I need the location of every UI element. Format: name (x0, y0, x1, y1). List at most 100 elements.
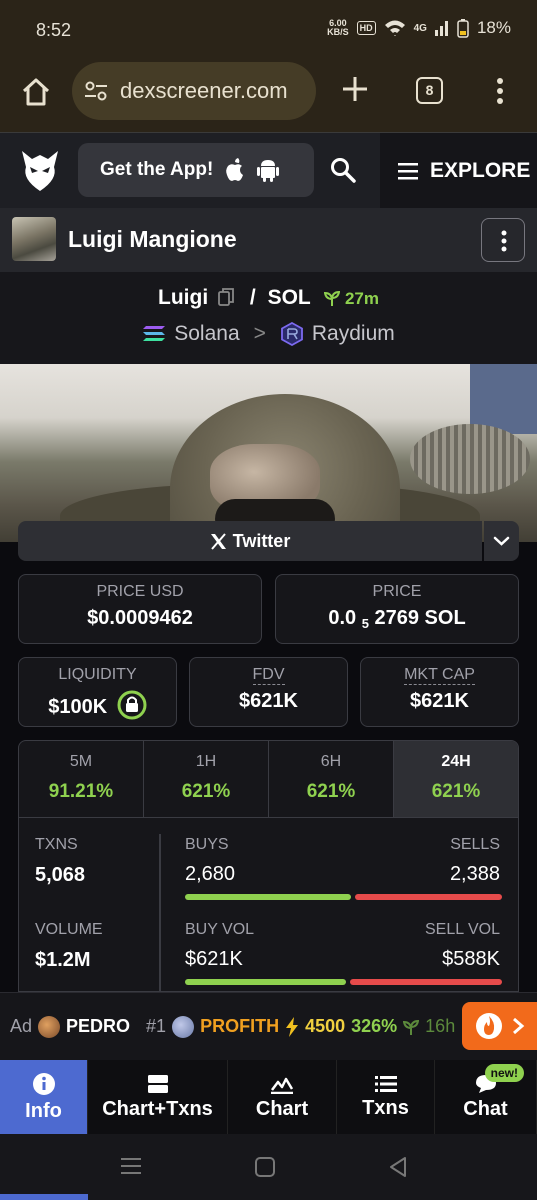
trending-boost: 4500 (305, 1016, 346, 1036)
tab-6h[interactable]: 6H 621% (269, 741, 394, 817)
hamburger-icon (398, 163, 418, 180)
new-tab-icon[interactable] (340, 74, 370, 104)
token-avatar (12, 217, 56, 261)
trending-ticker: PROFITH (200, 1016, 280, 1036)
buy-vol-value: $621K (185, 948, 243, 970)
tab-switcher-button[interactable]: 8 (416, 77, 443, 104)
liquidity-label: LIQUIDITY (58, 666, 137, 683)
token-header: Luigi Mangione (0, 208, 537, 272)
nav-info[interactable]: Info (0, 1060, 88, 1134)
new-badge: new! (484, 1064, 524, 1082)
price-usd-label: PRICE USD (96, 583, 184, 600)
back-icon[interactable] (388, 1156, 408, 1178)
home-square-icon[interactable] (254, 1156, 276, 1178)
buys-label: BUYS (185, 836, 229, 853)
ad-label: Ad (10, 1016, 33, 1036)
sprout-icon (403, 1019, 420, 1035)
sell-vol-bar (350, 979, 502, 985)
buy-vol-bar (185, 979, 346, 985)
buys-value: 2,680 (185, 863, 236, 885)
signal-label: 4G (413, 22, 427, 34)
trending-button[interactable] (462, 1002, 537, 1050)
wifi-icon (384, 20, 405, 36)
lightning-icon (286, 1016, 299, 1037)
status-bar: 8:52 6.00 KB/S HD 4G 18% (0, 0, 537, 60)
dex-name[interactable]: Raydium (312, 322, 395, 346)
battery-icon (457, 19, 469, 38)
chain-name[interactable]: Solana (174, 322, 239, 346)
token-name: Luigi Mangione (68, 226, 237, 252)
token-banner-image (0, 364, 537, 542)
more-vert-icon (501, 230, 507, 252)
active-indicator (0, 1194, 88, 1200)
divider (159, 834, 161, 992)
mktcap-box[interactable]: MKT CAP $621K (360, 657, 519, 727)
twitter-link-button[interactable]: Twitter (18, 521, 482, 561)
explore-button[interactable]: EXPLORE (380, 133, 537, 209)
liquidity-box: LIQUIDITY $100K (18, 657, 177, 727)
price-native-value: 0.0 5 2769 SOL (328, 607, 466, 631)
explore-label: EXPLORE (430, 159, 531, 182)
x-logo-icon (210, 532, 226, 550)
search-icon[interactable] (330, 157, 356, 183)
more-vert-icon[interactable] (492, 76, 508, 106)
nav-txns[interactable]: Txns (337, 1060, 435, 1134)
get-the-app-label: Get the App! (100, 159, 214, 180)
sell-vol-value: $588K (442, 948, 500, 970)
recents-icon[interactable] (120, 1156, 142, 1176)
tab-1h[interactable]: 1H 621% (144, 741, 269, 817)
nav-chart[interactable]: Chart (228, 1060, 337, 1134)
txns-value: 5,068 (35, 864, 86, 886)
url-text: dexscreener.com (120, 78, 288, 103)
get-the-app-button[interactable]: Get the App! (78, 143, 314, 197)
browser-toolbar: dexscreener.com 8 (0, 60, 537, 132)
sells-bar (355, 894, 502, 900)
android-navigation-bar (0, 1134, 537, 1200)
fire-icon (476, 1013, 502, 1039)
profith-coin-icon (172, 1015, 195, 1038)
pedro-coin-icon (38, 1015, 61, 1038)
home-icon[interactable] (20, 76, 52, 108)
trending-rank: #1 (146, 1016, 167, 1036)
lock-icon[interactable] (117, 690, 147, 720)
dexscreener-logo-icon[interactable] (20, 149, 60, 193)
ad-ticker: PEDRO (66, 1016, 131, 1036)
chevron-down-icon (493, 536, 510, 546)
twitter-label: Twitter (232, 530, 291, 551)
fdv-box[interactable]: FDV $621K (189, 657, 348, 727)
token-menu-button[interactable] (481, 218, 525, 262)
volume-label: VOLUME (35, 921, 103, 938)
tab-24h[interactable]: 24H 621% (394, 741, 518, 817)
copy-icon[interactable] (218, 288, 234, 306)
info-icon (32, 1072, 55, 1095)
tab-5m[interactable]: 5M 91.21% (19, 741, 144, 817)
site-settings-icon[interactable] (84, 80, 108, 102)
base-symbol: Luigi (158, 286, 209, 309)
sell-vol-label: SELL VOL (424, 921, 500, 938)
nav-chat[interactable]: new! Chat (435, 1060, 537, 1134)
bottom-navigation: Info Chart+Txns Chart Txns new! Chat (0, 1060, 537, 1134)
solana-icon (143, 326, 166, 341)
nav-chart-txns[interactable]: Chart+Txns (88, 1060, 228, 1134)
raydium-icon (280, 322, 303, 346)
list-icon (374, 1075, 397, 1092)
socials-dropdown-button[interactable] (484, 521, 519, 561)
timeframe-tabs: 5M 91.21% 1H 621% 6H 621% 24H 621% (18, 740, 519, 818)
address-bar[interactable]: dexscreener.com (72, 62, 316, 120)
signal-icon (434, 21, 448, 36)
fdv-value: $621K (239, 690, 298, 712)
quote-symbol: SOL (267, 286, 311, 309)
buys-bar (185, 894, 351, 900)
ad-ticker-strip[interactable]: Ad PEDRO #1 PROFITH 4500 326% 16h (0, 992, 537, 1060)
clock: 8:52 (36, 20, 72, 40)
chart-txns-icon (147, 1074, 168, 1093)
hd-icon: HD (356, 21, 376, 35)
fdv-label: FDV (252, 666, 285, 685)
pair-info: Luigi / SOL 27m Solana > Raydium (0, 272, 537, 364)
pair-age: 27m (316, 289, 379, 308)
transactions-panel: TXNS 5,068 BUYS 2,680 SELLS 2,388 VOLUME… (18, 818, 519, 992)
chart-icon (271, 1077, 294, 1094)
battery-level: 18% (476, 18, 511, 37)
price-native-label: PRICE (372, 583, 422, 600)
trending-age: 16h (425, 1016, 456, 1036)
